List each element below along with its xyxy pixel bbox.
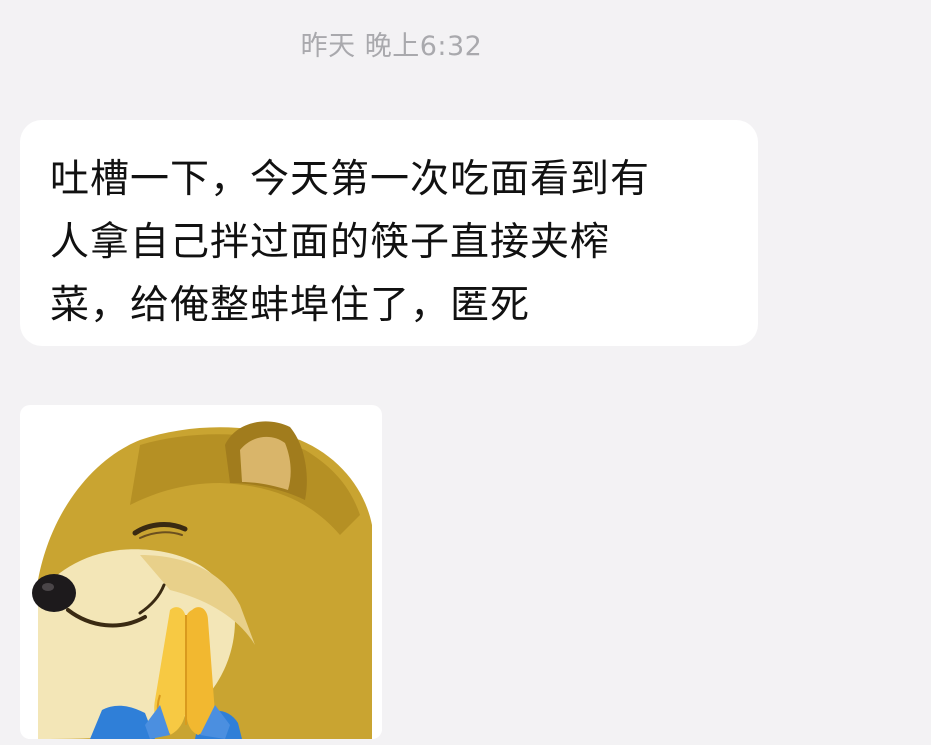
chat-screen: 昨天 晚上6:32 吐槽一下，今天第一次吃面看到有 人拿自己拌过面的筷子直接夹榨…	[0, 0, 931, 745]
message-bubble[interactable]: 吐槽一下，今天第一次吃面看到有 人拿自己拌过面的筷子直接夹榨 菜，给俺整蚌埠住了…	[20, 120, 758, 346]
message-timestamp: 昨天 晚上6:32	[300, 31, 483, 62]
message-text: 吐槽一下，今天第一次吃面看到有 人拿自己拌过面的筷子直接夹榨 菜，给俺整蚌埠住了…	[50, 157, 651, 328]
shiba-praying-sticker[interactable]	[20, 405, 382, 739]
shiba-dog-image	[28, 411, 382, 739]
